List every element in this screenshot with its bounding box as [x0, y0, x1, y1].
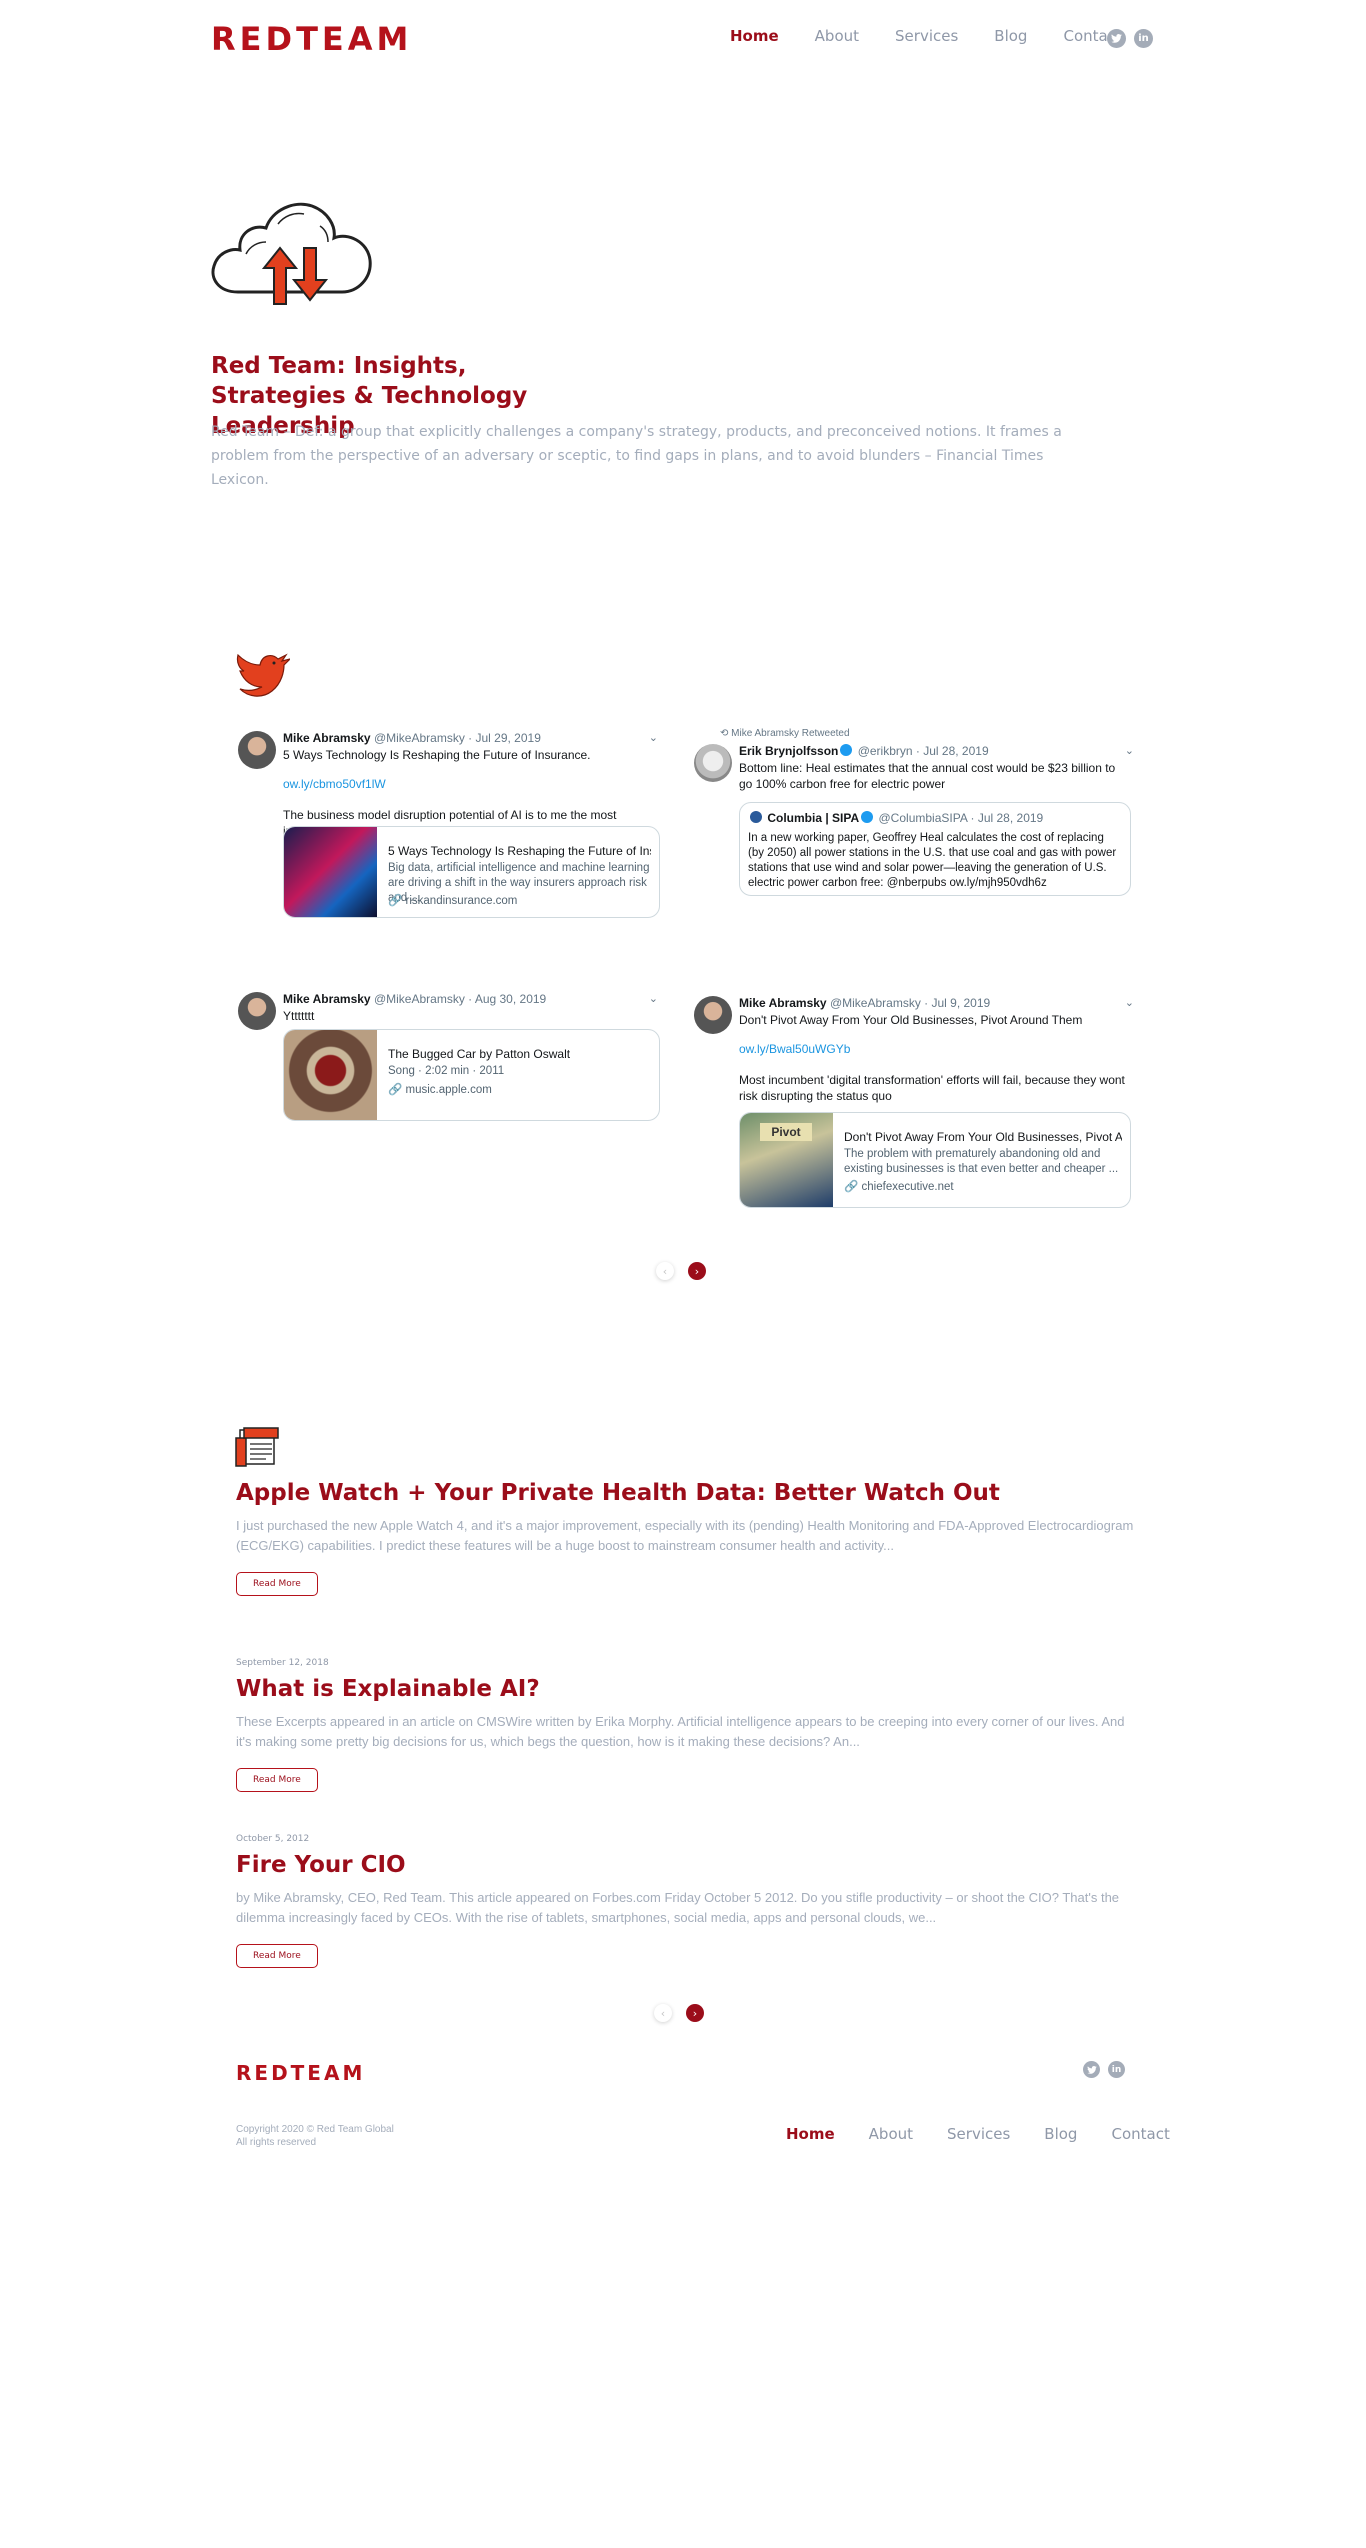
card-thumbnail: Pivot [740, 1113, 833, 1207]
header-social: in [1107, 29, 1153, 48]
chevron-down-icon[interactable]: ⌄ [649, 731, 658, 744]
nav-about[interactable]: About [815, 27, 859, 45]
quote-text: In a new working paper, Geoffrey Heal ca… [748, 832, 1117, 889]
link-icon: 🔗 [388, 895, 403, 907]
nav-services[interactable]: Services [895, 27, 958, 45]
card-site: 🔗 chiefexecutive.net [844, 1181, 954, 1193]
tweet-card[interactable]: Mike Abramsky @MikeAbramsky · Jul 9, 201… [694, 996, 1134, 1208]
pager-prev-button[interactable]: ‹ [654, 2004, 672, 2022]
tweet-link[interactable]: ow.ly/Bwal50uWGYb [739, 1042, 850, 1056]
footer-nav-about[interactable]: About [869, 2125, 913, 2143]
read-more-button[interactable]: Read More [236, 1768, 318, 1792]
tweet-text: Don't Pivot Away From Your Old Businesse… [739, 1013, 1083, 1027]
read-more-button[interactable]: Read More [236, 1944, 318, 1968]
avatar[interactable] [694, 996, 732, 1034]
footer-nav-home[interactable]: Home [786, 2125, 835, 2143]
twitter-icon[interactable] [1107, 29, 1126, 48]
newspaper-icon [235, 1427, 279, 1467]
tweet-header: Erik Brynjolfsson @erikbryn · Jul 28, 20… [739, 744, 989, 758]
pager-next-button[interactable]: › [686, 2004, 704, 2022]
link-card[interactable]: 5 Ways Technology Is Reshaping the Futur… [283, 826, 660, 918]
rights-line: All rights reserved [236, 2137, 317, 2148]
link-card[interactable]: The Bugged Car by Patton Oswalt Song · 2… [283, 1029, 660, 1121]
chevron-down-icon[interactable]: ⌄ [649, 992, 658, 1005]
read-more-button[interactable]: Read More [236, 1572, 318, 1596]
tweet-header: Mike Abramsky @MikeAbramsky · Jul 9, 201… [739, 996, 991, 1010]
post-title[interactable]: Fire Your CIO [236, 1852, 1136, 1878]
card-title: Don't Pivot Away From Your Old Businesse… [844, 1130, 1122, 1144]
quoted-tweet[interactable]: Columbia | SIPA @ColumbiaSIPA · Jul 28, … [739, 802, 1131, 896]
tweet-card[interactable]: Mike Abramsky @MikeAbramsky · Aug 30, 20… [238, 992, 660, 1124]
cloud-upload-download-icon [211, 202, 372, 305]
card-description: The problem with prematurely abandoning … [844, 1148, 1119, 1175]
card-title: The Bugged Car by Patton Oswalt [388, 1047, 571, 1061]
card-thumbnail [284, 827, 377, 917]
link-icon: 🔗 [388, 1084, 403, 1096]
card-title: 5 Ways Technology Is Reshaping the Futur… [388, 844, 651, 858]
album-art-thumbnail [284, 1030, 377, 1120]
tweet-header: Mike Abramsky @MikeAbramsky · Aug 30, 20… [283, 992, 547, 1006]
twitter-icon[interactable] [1083, 2061, 1100, 2078]
post-date: October 5, 2012 [236, 1834, 310, 1844]
linkedin-icon[interactable]: in [1108, 2061, 1125, 2078]
chevron-down-icon[interactable]: ⌄ [1125, 744, 1134, 757]
footer-nav-contact[interactable]: Contact [1111, 2125, 1169, 2143]
blog-post: September 12, 2018 What is Explainable A… [236, 1658, 1136, 1792]
post-date: September 12, 2018 [236, 1658, 329, 1668]
blog-post: Apple Watch + Your Private Health Data: … [236, 1476, 1136, 1596]
avatar[interactable] [694, 744, 732, 782]
footer-nav-blog[interactable]: Blog [1044, 2125, 1077, 2143]
pager-prev-button[interactable]: ‹ [656, 1262, 674, 1280]
tweet-text: 5 Ways Technology Is Reshaping the Futur… [283, 748, 591, 762]
avatar[interactable] [238, 992, 276, 1030]
site-header: REDTEAM Home About Services Blog Contact… [0, 0, 1366, 78]
post-title[interactable]: Apple Watch + Your Private Health Data: … [236, 1480, 1136, 1506]
blog-pager: ‹ › [654, 2004, 704, 2022]
twitter-bird-icon [236, 653, 290, 697]
post-title[interactable]: What is Explainable AI? [236, 1676, 1136, 1702]
post-excerpt: by Mike Abramsky, CEO, Red Team. This ar… [236, 1890, 1120, 1925]
tweet-pager: ‹ › [656, 1262, 706, 1280]
link-icon: 🔗 [844, 1181, 859, 1193]
pager-next-button[interactable]: › [688, 1262, 706, 1280]
site-logo[interactable]: REDTEAM [211, 20, 412, 58]
chevron-down-icon[interactable]: ⌄ [1125, 996, 1134, 1009]
post-excerpt: I just purchased the new Apple Watch 4, … [236, 1518, 1134, 1553]
copyright-line: Copyright 2020 © Red Team Global [236, 2124, 394, 2135]
tweet-card[interactable]: Mike Abramsky @MikeAbramsky · Jul 29, 20… [238, 731, 660, 921]
quote-header: Columbia | SIPA @ColumbiaSIPA · Jul 28, … [748, 811, 1043, 825]
tweet-text-2: Most incumbent 'digital transformation' … [739, 1073, 1125, 1103]
post-excerpt: These Excerpts appeared in an article on… [236, 1714, 1125, 1749]
blog-post: October 5, 2012 Fire Your CIO by Mike Ab… [236, 1834, 1136, 1968]
avatar [750, 811, 762, 823]
footer-nav-services[interactable]: Services [947, 2125, 1010, 2143]
nav-blog[interactable]: Blog [994, 27, 1027, 45]
retweet-icon: ⟲ [720, 728, 729, 739]
tweet-link[interactable]: ow.ly/cbmo50vf1lW [283, 777, 386, 791]
card-site: 🔗 music.apple.com [388, 1084, 492, 1096]
linkedin-icon[interactable]: in [1134, 29, 1153, 48]
link-card[interactable]: Pivot Don't Pivot Away From Your Old Bus… [739, 1112, 1131, 1208]
tweet-text: Yttttttt [283, 1009, 315, 1023]
tweet-card[interactable]: Erik Brynjolfsson @erikbryn · Jul 28, 20… [694, 744, 1134, 900]
footer-nav: Home About Services Blog Contact [786, 2125, 1170, 2143]
retweet-label: ⟲ Mike Abramsky Retweeted [720, 728, 850, 739]
verified-icon [840, 744, 853, 756]
card-thumbnail-label: Pivot [760, 1123, 812, 1141]
avatar[interactable] [238, 731, 276, 769]
hero-text: Red Team – Def: a group that explicitly … [211, 424, 1062, 488]
main-nav: Home About Services Blog Contact [730, 27, 1122, 45]
nav-home[interactable]: Home [730, 27, 779, 45]
card-description: Song · 2:02 min · 2011 [388, 1065, 505, 1077]
footer-logo[interactable]: REDTEAM [236, 2061, 365, 2085]
tweet-text: Bottom line: Heal estimates that the ann… [739, 761, 1116, 791]
verified-icon [861, 811, 874, 823]
card-site: 🔗 riskandinsurance.com [388, 895, 518, 907]
copyright: Copyright 2020 © Red Team Global All rig… [236, 2123, 394, 2149]
tweet-header: Mike Abramsky @MikeAbramsky · Jul 29, 20… [283, 731, 541, 745]
footer-social: in [1083, 2061, 1125, 2078]
